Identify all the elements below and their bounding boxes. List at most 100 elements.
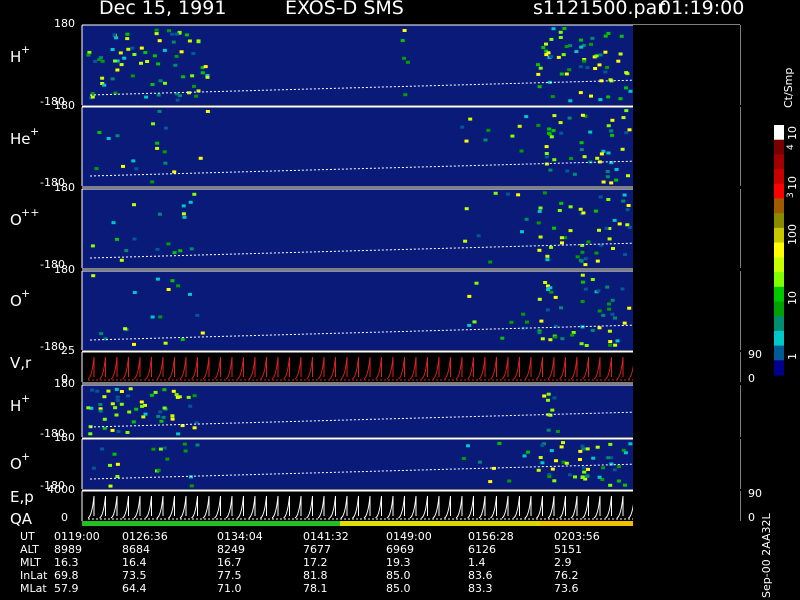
- panel-3-cell: [488, 260, 493, 264]
- panel-1-cell: [403, 93, 408, 97]
- panel-1-cell: [143, 51, 148, 54]
- panel-1-cell: [603, 50, 608, 54]
- panel-3-cell: [493, 191, 498, 195]
- ephemeris-value: 83.6: [468, 569, 493, 582]
- colorbar-swatch: [774, 316, 784, 332]
- panel-4-cell: [615, 339, 620, 343]
- panel-7-cell: [156, 468, 161, 472]
- panel-1-cell: [126, 47, 131, 51]
- panel-1-cell: [537, 85, 542, 89]
- panel-4-cell: [163, 341, 168, 345]
- panel-3-cell: [625, 208, 630, 212]
- panel-1-cell: [550, 95, 555, 99]
- panel-top-tick: 180: [54, 181, 75, 194]
- panel-3-cell: [545, 258, 550, 262]
- panel-2-cell: [94, 167, 99, 171]
- panel-1-cell: [618, 97, 623, 101]
- panel-3-cell: [516, 193, 521, 197]
- panel-6-cell: [102, 395, 107, 399]
- panel-1-cell: [562, 27, 567, 30]
- panel-1-cell: [110, 77, 115, 81]
- panel-1-cell: [145, 60, 150, 63]
- panel-top-tick: 4000: [47, 483, 75, 496]
- panel-4-cell: [545, 308, 550, 312]
- panel-1-cell: [549, 37, 554, 41]
- panel-3-cell: [552, 226, 556, 230]
- panel-4-cell: [622, 321, 627, 325]
- panel-2-cell: [565, 169, 570, 173]
- panel-2-cell: [155, 146, 160, 150]
- panel-1-cell: [598, 98, 603, 102]
- panel-3-cell: [542, 191, 547, 195]
- panel-3-cell: [181, 212, 186, 216]
- panel-1-cell: [568, 99, 573, 103]
- panel-2-cell: [198, 156, 203, 160]
- panel-7-cell: [582, 470, 587, 474]
- panel-1-cell: [154, 32, 159, 36]
- panel-4-cell: [166, 288, 171, 291]
- panel-7-cell: [612, 468, 617, 472]
- panel-2-cell: [155, 141, 160, 145]
- panel-1-cell: [606, 31, 611, 35]
- panel-3-cell: [537, 209, 542, 213]
- ephemeris-row-name: UT: [20, 530, 35, 543]
- panel-6-cell: [159, 419, 164, 423]
- panel-2-cell: [595, 156, 600, 160]
- panel-7-cell: [183, 449, 188, 453]
- panel-6-cell: [125, 431, 130, 434]
- panel-4-cell: [580, 273, 585, 277]
- colorbar-swatch: [774, 257, 784, 273]
- panel-3-cell: [524, 217, 529, 221]
- panel-7-cell: [580, 475, 585, 479]
- panel-2-cell: [609, 181, 614, 185]
- panel-7-cell: [497, 441, 502, 445]
- panel-2-cell: [606, 151, 611, 155]
- colorbar-swatch: [774, 360, 784, 376]
- ephemeris-value: 73.6: [554, 582, 579, 595]
- panel-3-cell: [568, 205, 573, 209]
- panel-3-cell: [476, 234, 481, 238]
- panel-1-cell: [119, 63, 124, 67]
- panel-3-cell: [580, 250, 585, 254]
- colorbar-swatch: [774, 213, 784, 229]
- panel-6-cell: [90, 388, 95, 392]
- panel-4-cell: [608, 343, 613, 347]
- panel-3-cell: [166, 242, 171, 246]
- panel-3-cell: [119, 258, 124, 262]
- panel-3-cell: [559, 236, 564, 240]
- panel-4-cell: [525, 320, 529, 324]
- panel-1-cell: [173, 63, 178, 67]
- panel-label: H: [10, 397, 22, 415]
- panel-1-cell: [536, 72, 541, 76]
- panel-2-background: [82, 107, 633, 186]
- panel-6-cell: [555, 430, 560, 433]
- panel-2-cell: [559, 131, 564, 135]
- panel-6-cell: [114, 387, 119, 391]
- panel-2-cell: [567, 116, 572, 120]
- panel-3-cell: [622, 193, 627, 197]
- panel-4-cell: [590, 278, 595, 281]
- panel-1-cell: [574, 50, 579, 54]
- panel-3-cell: [626, 204, 631, 207]
- panel-6-cell: [127, 410, 132, 414]
- panel-6-cell: [546, 428, 551, 432]
- panel-1-cell: [624, 71, 629, 75]
- panel-6-cell: [170, 414, 175, 418]
- panel-2-cell: [510, 134, 515, 138]
- panel-2-cell: [601, 149, 606, 153]
- panel-top-tick: 180: [54, 431, 75, 444]
- panel-7-cell: [466, 444, 470, 448]
- panel-1-cell: [114, 36, 119, 40]
- colorbar-tick: 4: [786, 144, 796, 150]
- panel-7-cell: [591, 456, 596, 460]
- panel-3-cell: [545, 254, 550, 258]
- panel-6-cell: [116, 430, 121, 433]
- panel-6-cell: [114, 413, 119, 417]
- panel-2-cell: [460, 125, 465, 129]
- panel-1-cell: [171, 40, 176, 44]
- panel-4-cell: [607, 307, 612, 311]
- panel-6-cell: [95, 389, 100, 393]
- panel-2-cell: [205, 110, 210, 113]
- panel-6-cell: [102, 417, 107, 421]
- panel-3-cell: [595, 259, 600, 263]
